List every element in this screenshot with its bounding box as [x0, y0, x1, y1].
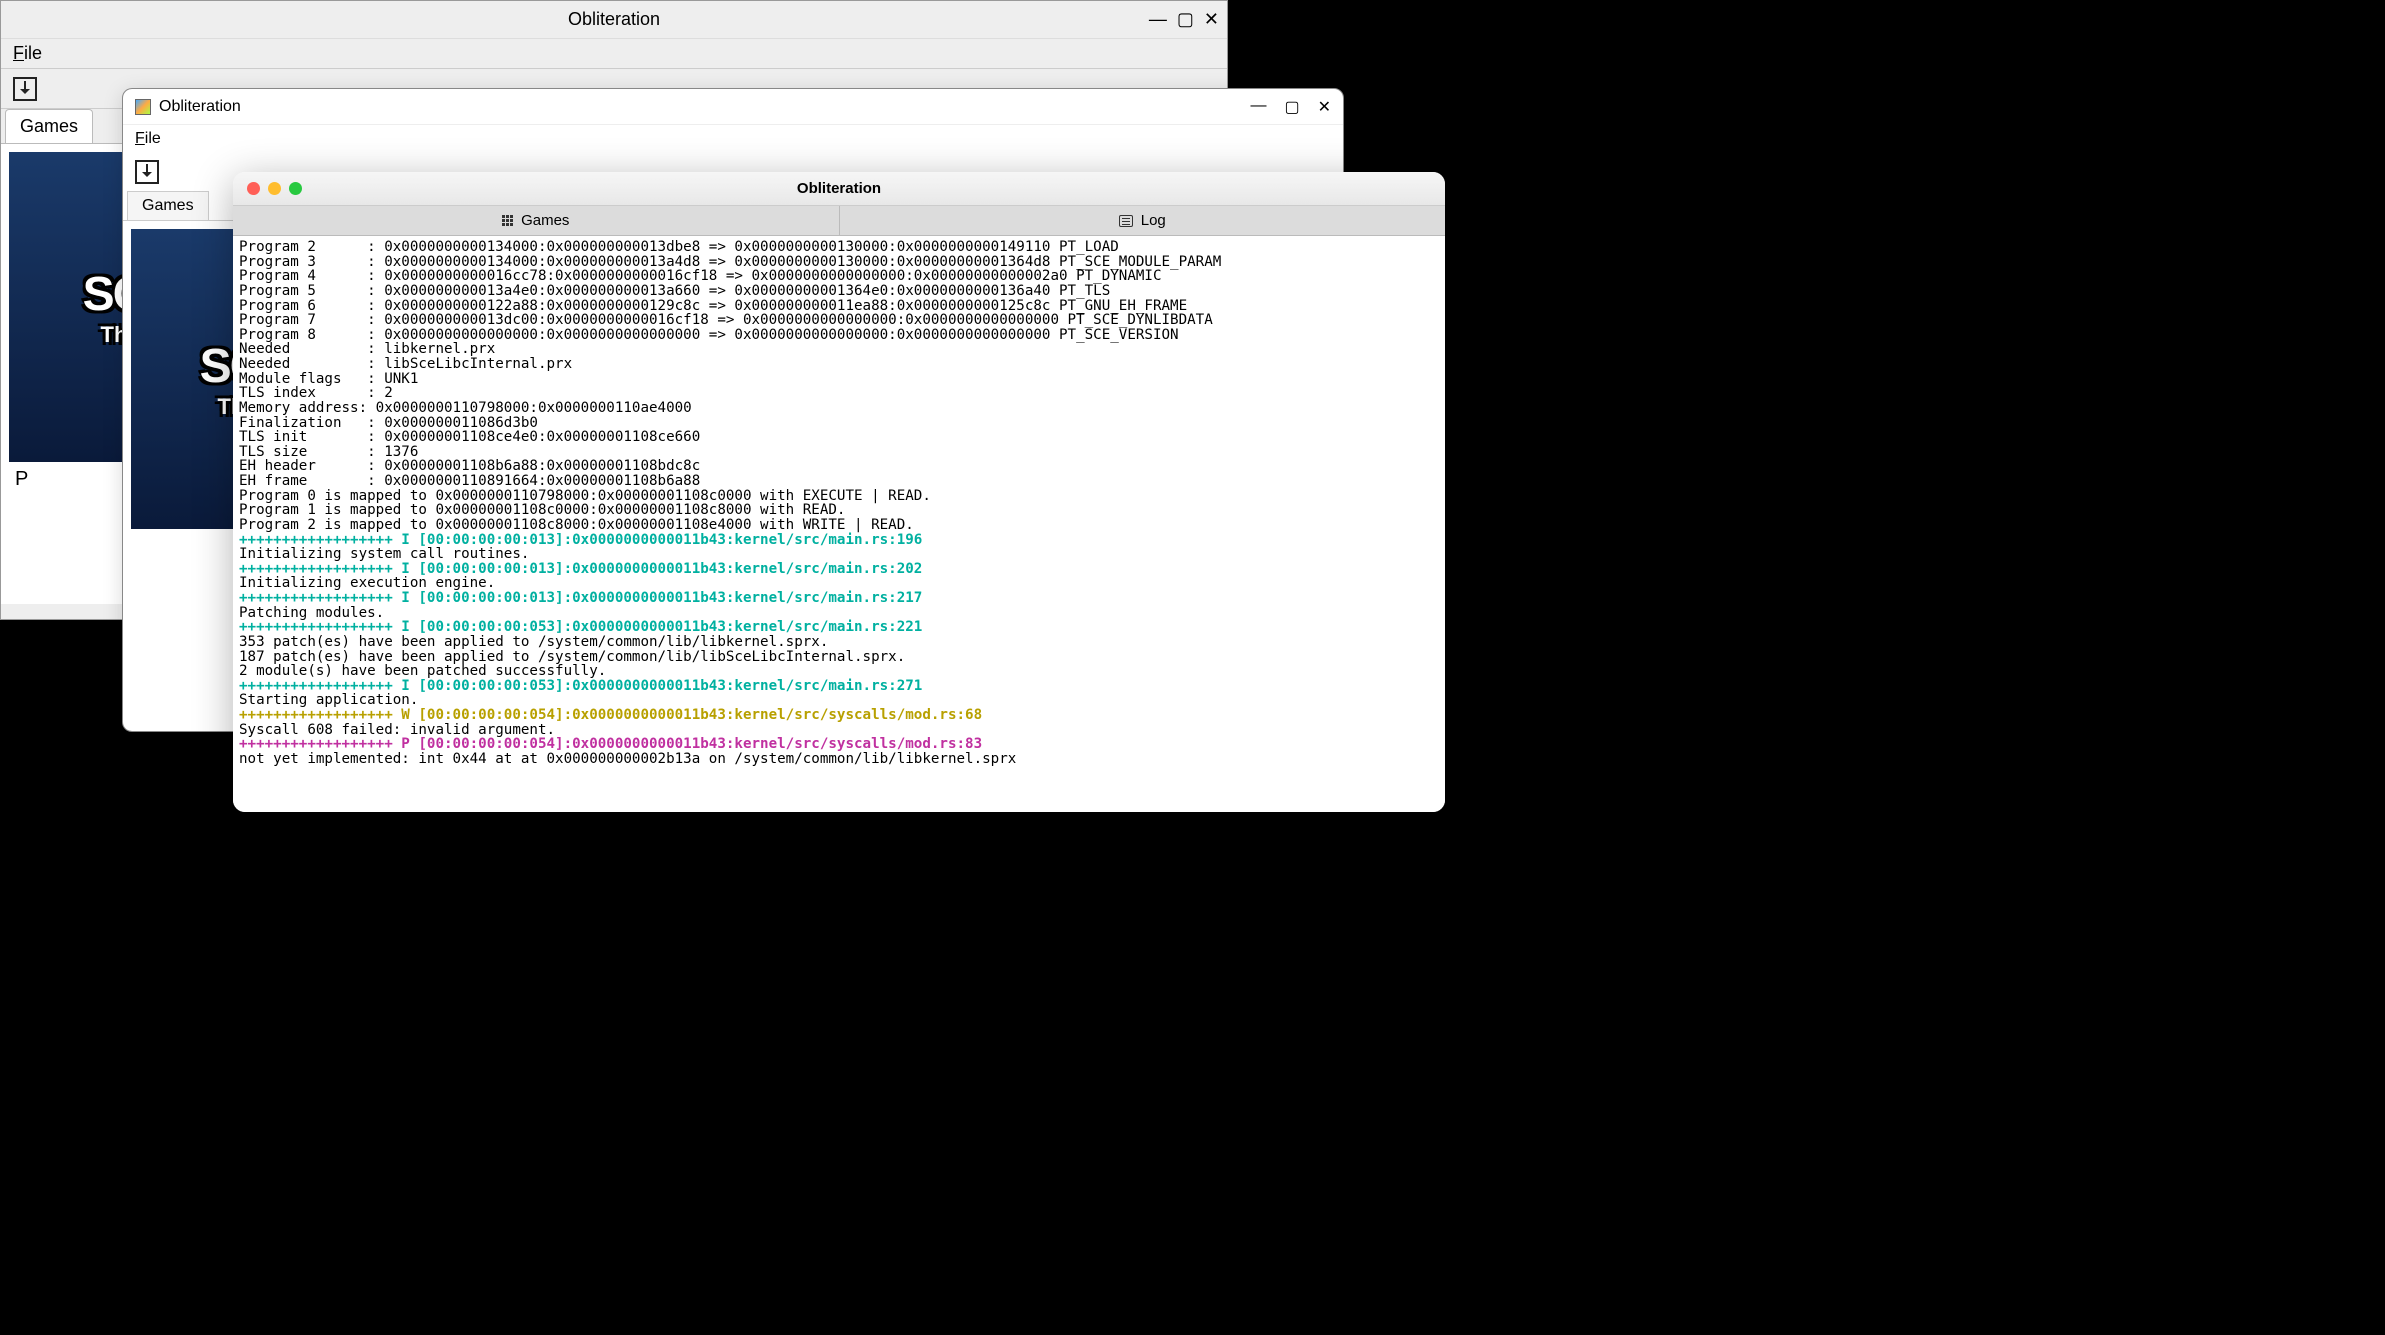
tab-games-label: Games [521, 212, 569, 229]
log-line: Program 0 is mapped to 0x000000011079800… [239, 489, 1439, 504]
tab-log-label: Log [1141, 212, 1166, 229]
log-line: 353 patch(es) have been applied to /syst… [239, 635, 1439, 650]
menubar: File [123, 125, 1343, 153]
window-title: Obliteration [233, 180, 1445, 197]
log-line: Module flags : UNK1 [239, 372, 1439, 387]
log-line: ++++++++++++++++++ P [00:00:00:00:054]:0… [239, 737, 1439, 752]
log-line: Patching modules. [239, 606, 1439, 621]
log-line: ++++++++++++++++++ I [00:00:00:00:013]:0… [239, 562, 1439, 577]
log-line: Program 8 : 0x0000000000000000:0x0000000… [239, 328, 1439, 343]
log-line: Program 6 : 0x0000000000122a88:0x0000000… [239, 299, 1439, 314]
install-icon[interactable] [13, 77, 37, 101]
log-line: TLS size : 1376 [239, 445, 1439, 460]
log-line: ++++++++++++++++++ I [00:00:00:00:013]:0… [239, 591, 1439, 606]
tab-log[interactable]: Log [840, 206, 1446, 235]
zoom-button[interactable] [289, 182, 302, 195]
log-output[interactable]: Program 2 : 0x0000000000134000:0x0000000… [233, 236, 1445, 812]
log-line: Initializing system call routines. [239, 547, 1439, 562]
log-line: EH header : 0x00000001108b6a88:0x0000000… [239, 459, 1439, 474]
log-line: Finalization : 0x000000011086d3b0 [239, 416, 1439, 431]
window-title: Obliteration [159, 98, 241, 116]
tab-games[interactable]: Games [233, 206, 840, 235]
install-icon[interactable] [135, 160, 159, 184]
titlebar[interactable]: Obliteration [233, 172, 1445, 206]
log-line: Initializing execution engine. [239, 576, 1439, 591]
log-line: ++++++++++++++++++ W [00:00:00:00:054]:0… [239, 708, 1439, 723]
log-line: 2 module(s) have been patched successful… [239, 664, 1439, 679]
minimize-button[interactable]: — [1149, 9, 1167, 30]
minimize-button[interactable] [268, 182, 281, 195]
log-line: Needed : libkernel.prx [239, 342, 1439, 357]
window-macos: Obliteration Games Log Program 2 : 0x000… [233, 172, 1445, 812]
log-line: Starting application. [239, 693, 1439, 708]
traffic-lights [247, 182, 302, 195]
log-line: Program 7 : 0x000000000013dc00:0x0000000… [239, 313, 1439, 328]
menu-file[interactable]: File [135, 130, 161, 148]
log-line: 187 patch(es) have been applied to /syst… [239, 650, 1439, 665]
log-icon [1119, 215, 1133, 227]
log-line: Program 5 : 0x000000000013a4e0:0x0000000… [239, 284, 1439, 299]
maximize-button[interactable]: ▢ [1177, 9, 1194, 30]
menubar: File [1, 39, 1227, 69]
close-button[interactable]: ✕ [1318, 97, 1331, 117]
log-line: TLS init : 0x00000001108ce4e0:0x00000001… [239, 430, 1439, 445]
log-line: Memory address: 0x0000000110798000:0x000… [239, 401, 1439, 416]
log-line: Syscall 608 failed: invalid argument. [239, 723, 1439, 738]
log-line: Program 3 : 0x0000000000134000:0x0000000… [239, 255, 1439, 270]
menu-file[interactable]: File [13, 43, 42, 64]
tab-strip: Games Log [233, 206, 1445, 236]
log-line: ++++++++++++++++++ I [00:00:00:00:053]:0… [239, 620, 1439, 635]
app-icon [135, 99, 151, 115]
log-line: ++++++++++++++++++ I [00:00:00:00:053]:0… [239, 679, 1439, 694]
log-line: Program 2 : 0x0000000000134000:0x0000000… [239, 240, 1439, 255]
maximize-button[interactable]: ▢ [1284, 97, 1299, 117]
log-line: Program 4 : 0x0000000000016cc78:0x000000… [239, 269, 1439, 284]
log-line: Program 2 is mapped to 0x00000001108c800… [239, 518, 1439, 533]
tab-games[interactable]: Games [5, 109, 93, 143]
titlebar[interactable]: Obliteration — ▢ ✕ [1, 1, 1227, 39]
close-button[interactable]: ✕ [1204, 9, 1219, 30]
log-line: TLS index : 2 [239, 386, 1439, 401]
titlebar[interactable]: Obliteration — ▢ ✕ [123, 89, 1343, 125]
grid-icon [502, 215, 513, 226]
minimize-button[interactable]: — [1250, 97, 1266, 117]
log-line: Needed : libSceLibcInternal.prx [239, 357, 1439, 372]
window-title: Obliteration [568, 9, 660, 30]
close-button[interactable] [247, 182, 260, 195]
log-line: not yet implemented: int 0x44 at at 0x00… [239, 752, 1439, 767]
log-line: Program 1 is mapped to 0x00000001108c000… [239, 503, 1439, 518]
log-line: EH frame : 0x0000000110891664:0x00000001… [239, 474, 1439, 489]
tab-games[interactable]: Games [127, 191, 209, 220]
log-line: ++++++++++++++++++ I [00:00:00:00:013]:0… [239, 533, 1439, 548]
